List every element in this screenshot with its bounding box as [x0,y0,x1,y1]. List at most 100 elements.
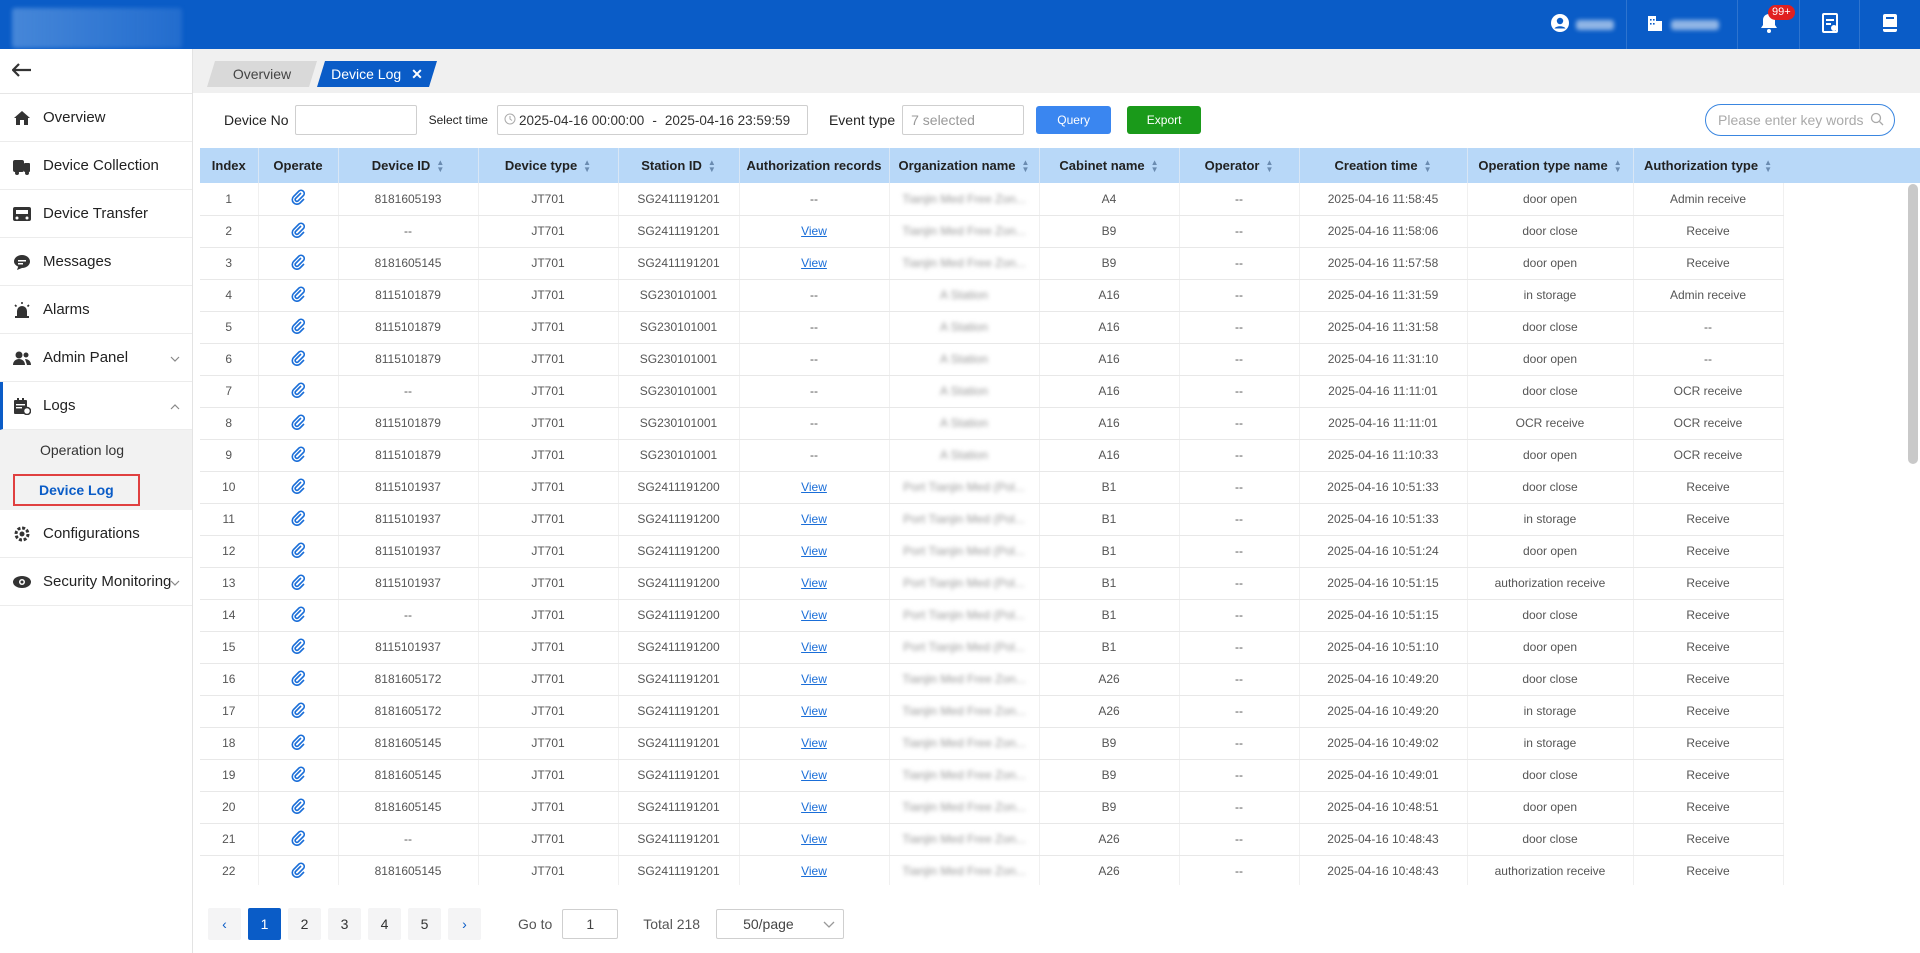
paperclip-icon[interactable] [291,862,305,881]
page-button-4[interactable]: 4 [368,908,401,940]
tab-overview[interactable]: Overview [207,61,317,87]
sort-icon[interactable]: ▲ ▼ [1764,159,1772,174]
sidebar-item-device-transfer[interactable]: Device Transfer [0,190,192,238]
sort-icon[interactable]: ▲ ▼ [436,159,444,174]
paperclip-icon[interactable] [291,702,305,721]
col-device-type[interactable]: Device type ▲ ▼ [478,148,619,183]
sort-icon[interactable]: ▲ ▼ [583,159,591,174]
view-link[interactable]: View [801,512,827,526]
paperclip-icon[interactable] [291,414,305,433]
view-link[interactable]: View [801,608,827,622]
col-device-id[interactable]: Device ID ▲ ▼ [338,148,479,183]
sidebar-item-messages[interactable]: Messages [0,238,192,286]
app-logo [12,8,182,48]
paperclip-icon[interactable] [291,350,305,369]
col-operator[interactable]: Operator ▲ ▼ [1179,148,1300,183]
user-menu[interactable] [1538,0,1626,49]
close-icon[interactable]: ✕ [411,66,423,83]
paperclip-icon[interactable] [291,478,305,497]
col-operation-type-name[interactable]: Operation type name ▲ ▼ [1467,148,1634,183]
cell-index: 8 [200,407,259,440]
paperclip-icon[interactable] [291,574,305,593]
prev-page-button[interactable]: ‹ [208,908,241,940]
paperclip-icon[interactable] [291,446,305,465]
paperclip-icon[interactable] [291,382,305,401]
paperclip-icon[interactable] [291,606,305,625]
event-type-select[interactable]: 7 selected [902,105,1025,135]
paperclip-icon[interactable] [291,318,305,337]
view-link[interactable]: View [801,544,827,558]
col-cabinet-name[interactable]: Cabinet name ▲ ▼ [1039,148,1180,183]
paperclip-icon[interactable] [291,286,305,305]
notifications-button[interactable]: 99+ [1737,0,1799,49]
next-page-button[interactable]: › [448,908,481,940]
col-station-id[interactable]: Station ID ▲ ▼ [618,148,740,183]
search-input[interactable]: Please enter key words [1705,104,1895,136]
sort-icon[interactable]: ▲ ▼ [708,159,716,174]
col-organization-name[interactable]: Organization name ▲ ▼ [889,148,1040,183]
date-range-picker[interactable]: 2025-04-16 00:00:00 - 2025-04-16 23:59:5… [496,105,808,135]
page-button-3[interactable]: 3 [328,908,361,940]
paperclip-icon[interactable] [291,510,305,529]
view-link[interactable]: View [801,672,827,686]
view-link[interactable]: View [801,800,827,814]
page-button-2[interactable]: 2 [288,908,321,940]
device-no-input[interactable] [294,105,417,135]
view-link[interactable]: View [801,224,827,238]
report-button[interactable] [1799,0,1859,49]
view-link[interactable]: View [801,640,827,654]
view-link[interactable]: View [801,736,827,750]
col-creation-time[interactable]: Creation time ▲ ▼ [1299,148,1468,183]
page-button-5[interactable]: 5 [408,908,441,940]
sort-icon[interactable]: ▲ ▼ [1022,159,1030,174]
sort-icon[interactable]: ▲ ▼ [1424,159,1432,174]
view-link[interactable]: View [801,256,827,270]
date-range-start: 2025-04-16 00:00:00 [518,112,645,128]
cell-auth: View [739,215,890,248]
sort-icon[interactable]: ▲ ▼ [1151,159,1159,174]
paperclip-icon[interactable] [291,222,305,241]
export-button[interactable]: Export [1127,106,1202,134]
paperclip-icon[interactable] [291,254,305,273]
table-scrollbar[interactable] [1908,184,1918,464]
cell-device-id: 8115101937 [338,503,479,536]
operate-cell [258,279,339,312]
cell-device-id: 8115101937 [338,471,479,504]
tab-device-log[interactable]: Device Log ✕ [317,61,437,87]
organization-menu[interactable] [1626,0,1737,49]
sidebar-item-logs[interactable]: Logs [0,382,192,430]
sidebar-item-device-collection[interactable]: Device Collection [0,142,192,190]
sidebar-item-overview[interactable]: Overview [0,94,192,142]
sidebar-subitem-operation-log[interactable]: Operation log [0,430,192,470]
page-button-1[interactable]: 1 [248,908,281,940]
query-button[interactable]: Query [1036,106,1112,134]
view-link[interactable]: View [801,768,827,782]
paperclip-icon[interactable] [291,830,305,849]
cell-station: SG2411191200 [618,631,740,664]
view-link[interactable]: View [801,832,827,846]
col-authorization-type[interactable]: Authorization type ▲ ▼ [1633,148,1784,183]
paperclip-icon[interactable] [291,189,305,208]
cell-org: Tianjin Med Free Zon... [889,247,1040,280]
sidebar-item-alarms[interactable]: Alarms [0,286,192,334]
sidebar-item-security-monitoring[interactable]: Security Monitoring [0,558,192,606]
sort-icon[interactable]: ▲ ▼ [1614,159,1622,174]
back-button[interactable] [0,49,192,94]
sidebar-item-configurations[interactable]: Configurations [0,510,192,558]
paperclip-icon[interactable] [291,542,305,561]
paperclip-icon[interactable] [291,670,305,689]
paperclip-icon[interactable] [291,766,305,785]
sidebar-subitem-device-log[interactable]: Device Log [0,470,192,510]
view-link[interactable]: View [801,576,827,590]
view-link[interactable]: View [801,704,827,718]
paperclip-icon[interactable] [291,734,305,753]
paperclip-icon[interactable] [291,798,305,817]
goto-page-input[interactable]: 1 [562,909,619,939]
view-link[interactable]: View [801,480,827,494]
sidebar-item-admin-panel[interactable]: Admin Panel [0,334,192,382]
sort-icon[interactable]: ▲ ▼ [1265,159,1273,174]
paperclip-icon[interactable] [291,638,305,657]
page-size-select[interactable]: 50/page [716,909,845,939]
view-link[interactable]: View [801,864,827,878]
manual-button[interactable] [1859,0,1920,49]
